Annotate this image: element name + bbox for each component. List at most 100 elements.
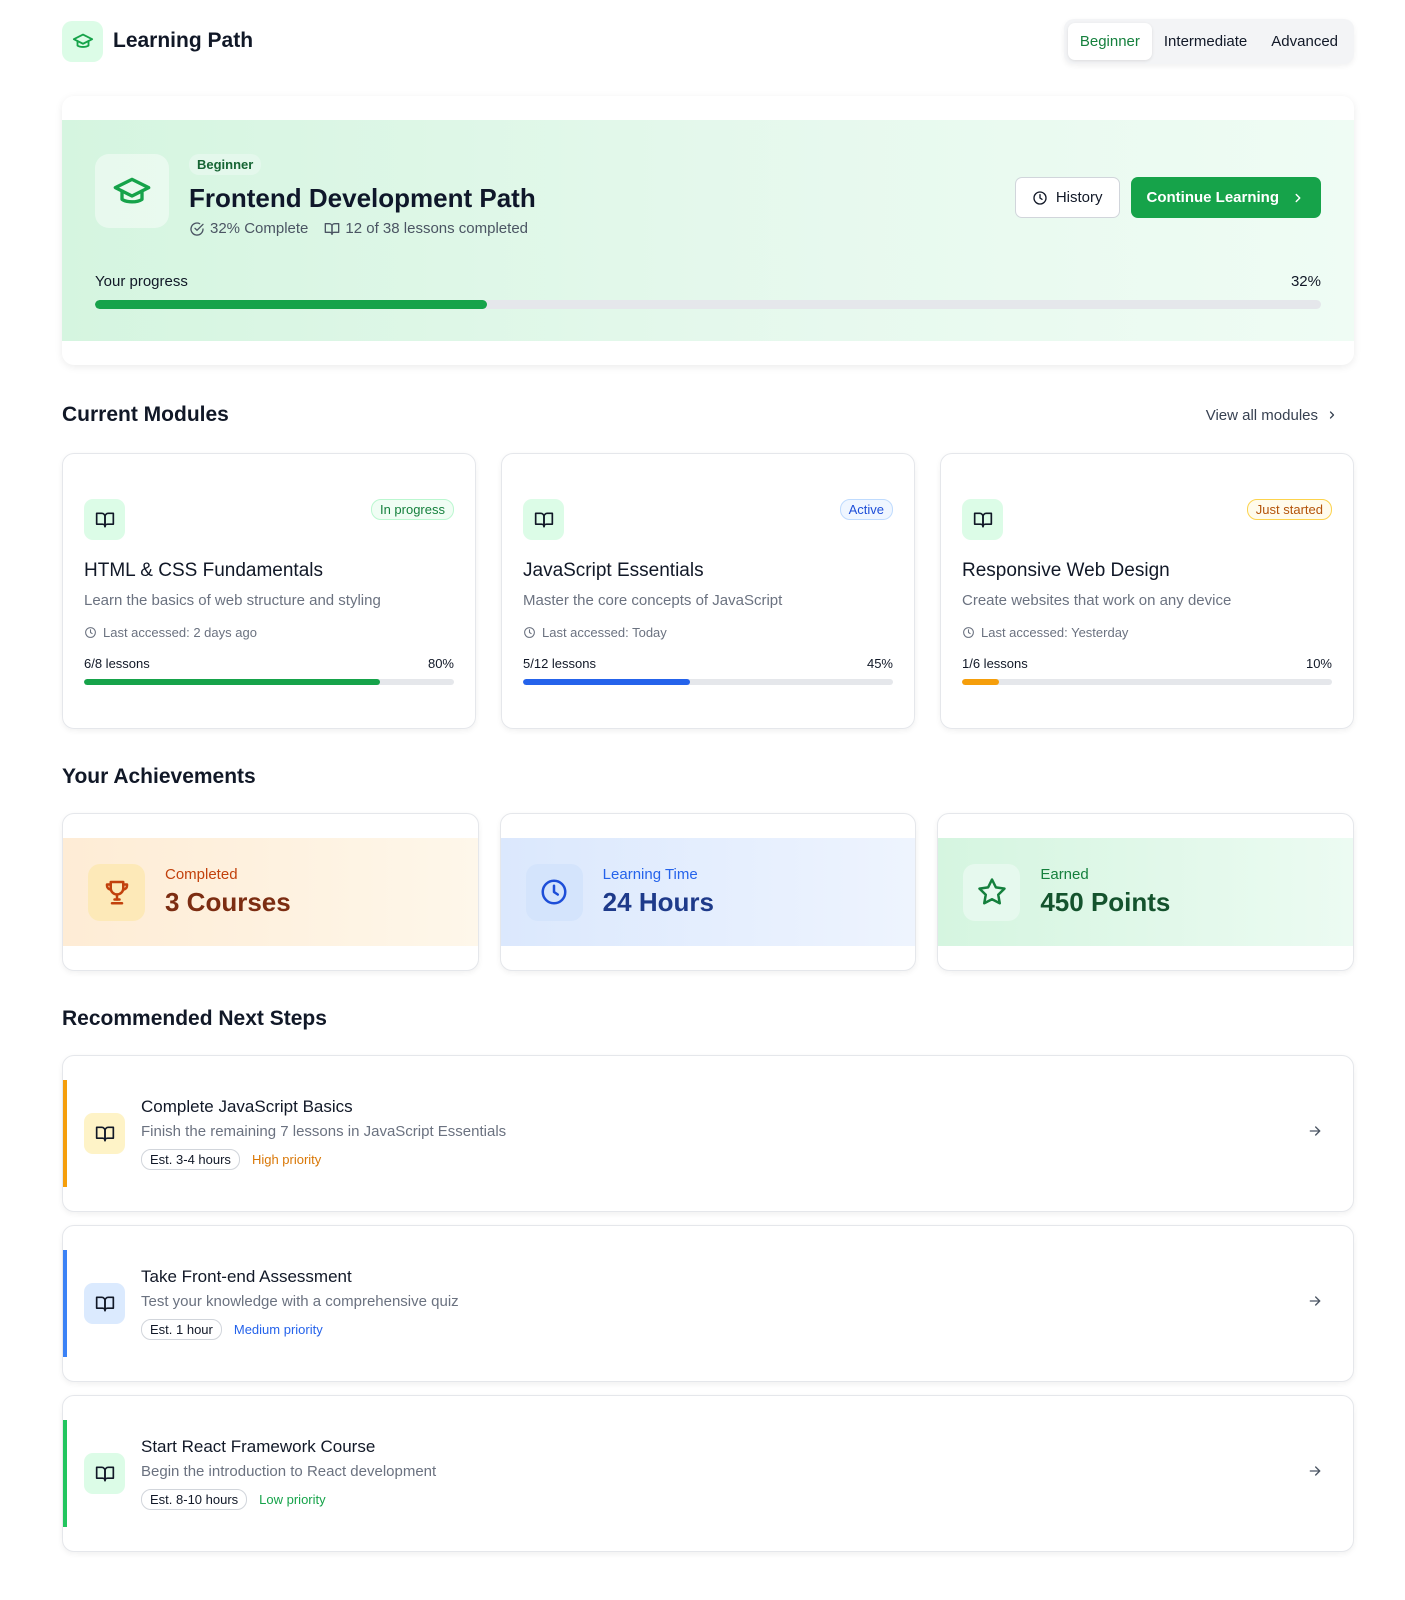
- time-estimate: Est. 8-10 hours: [141, 1489, 248, 1510]
- status-badge: Just started: [1246, 499, 1332, 520]
- priority-label: Low priority: [259, 1492, 326, 1507]
- module-percent: 10%: [1305, 656, 1332, 671]
- arrow-right-icon[interactable]: [1307, 1463, 1323, 1484]
- modules-title: Current Modules: [62, 403, 229, 426]
- clock-icon: [524, 627, 535, 638]
- module-title: Responsive Web Design: [962, 560, 1170, 581]
- arrow-right-icon[interactable]: [1307, 1123, 1323, 1144]
- module-progress-bar: [84, 679, 454, 685]
- achievement-label: Earned: [1040, 866, 1089, 883]
- recommendation-title: Take Front-end Assessment: [141, 1267, 352, 1286]
- time-estimate: Est. 3-4 hours: [141, 1149, 240, 1170]
- module-card[interactable]: Active JavaScript Essentials Master the …: [501, 453, 915, 729]
- modules-header: Current Modules View all modules: [62, 403, 1354, 427]
- book-icon: [84, 499, 125, 540]
- continue-learning-button[interactable]: Continue Learning: [1130, 177, 1321, 218]
- priority-indicator: [63, 1080, 67, 1187]
- arrow-right-icon[interactable]: [1307, 1293, 1323, 1314]
- lessons-stat: 12 of 38 lessons completed: [324, 220, 528, 237]
- top-bar: Learning Path Beginner Intermediate Adva…: [62, 0, 1354, 82]
- module-list: In progress HTML & CSS Fundamentals Lear…: [62, 453, 1354, 729]
- chevron-right-icon: [1329, 411, 1335, 419]
- module-progress-fill: [523, 679, 690, 685]
- recommendations-header: Recommended Next Steps: [62, 1007, 1354, 1031]
- recommendation-description: Finish the remaining 7 lessons in JavaSc…: [141, 1123, 507, 1140]
- overall-progress-bar: [95, 300, 1321, 309]
- module-description: Master the core concepts of JavaScript: [523, 592, 783, 609]
- achievement-card: Earned 450 Points: [937, 813, 1355, 971]
- recommendation-item[interactable]: Complete JavaScript Basics Finish the re…: [62, 1055, 1354, 1212]
- recommendations-title: Recommended Next Steps: [62, 1007, 327, 1030]
- achievement-value: 3 Courses: [165, 887, 291, 917]
- trophy-icon: [88, 863, 145, 921]
- last-accessed-text: Last accessed: Yesterday: [981, 625, 1129, 640]
- achievements-header: Your Achievements: [62, 765, 1354, 789]
- brand: Learning Path: [62, 20, 254, 62]
- module-card[interactable]: Just started Responsive Web Design Creat…: [940, 453, 1354, 729]
- graduation-cap-icon: [62, 20, 103, 62]
- view-all-modules-link[interactable]: View all modules: [1206, 407, 1338, 424]
- book-icon: [84, 1283, 125, 1324]
- clock-icon: [85, 627, 96, 638]
- level-tabs: Beginner Intermediate Advanced: [1063, 18, 1354, 64]
- recommendation-description: Test your knowledge with a comprehensive…: [141, 1293, 459, 1310]
- module-progress-fill: [962, 679, 999, 685]
- recommendation-title: Start React Framework Course: [141, 1437, 376, 1456]
- book-icon: [325, 222, 340, 235]
- history-label: History: [1055, 189, 1103, 206]
- path-summary-card: Beginner Frontend Development Path 32% C…: [62, 96, 1354, 365]
- lessons-count: 5/12 lessons: [523, 656, 596, 671]
- completion-stat: 32% Complete: [189, 220, 308, 237]
- overall-progress-fill: [95, 300, 488, 309]
- clock-icon: [525, 863, 583, 921]
- recommendation-item[interactable]: Take Front-end Assessment Test your know…: [62, 1225, 1354, 1382]
- book-icon: [962, 499, 1003, 540]
- chevron-right-icon: [1295, 193, 1301, 202]
- module-progress-bar: [523, 679, 893, 685]
- history-button[interactable]: History: [1014, 177, 1120, 218]
- last-accessed: Last accessed: Yesterday: [962, 625, 1332, 640]
- lessons-text: 12 of 38 lessons completed: [345, 220, 529, 237]
- level-badge: Beginner: [189, 154, 262, 175]
- last-accessed-text: Last accessed: 2 days ago: [103, 625, 257, 640]
- module-percent: 45%: [866, 656, 893, 671]
- recommendation-description: Begin the introduction to React developm…: [141, 1463, 437, 1480]
- achievement-label: Learning Time: [602, 866, 698, 883]
- module-title: HTML & CSS Fundamentals: [84, 560, 323, 581]
- lessons-count: 1/6 lessons: [962, 656, 1028, 671]
- module-card[interactable]: In progress HTML & CSS Fundamentals Lear…: [62, 453, 476, 729]
- achievement-list: Completed 3 Courses Learning Time 24 Hou…: [62, 813, 1355, 971]
- star-icon: [963, 863, 1021, 921]
- priority-indicator: [63, 1250, 67, 1357]
- book-icon: [84, 1113, 125, 1154]
- last-accessed: Last accessed: Today: [523, 625, 893, 640]
- tab-advanced[interactable]: Advanced: [1259, 23, 1350, 60]
- learning-path-page: Learning Path Beginner Intermediate Adva…: [0, 0, 1405, 1600]
- achievement-card: Learning Time 24 Hours: [499, 813, 917, 971]
- check-circle-icon: [190, 221, 204, 236]
- achievements-title: Your Achievements: [62, 765, 256, 788]
- completion-text: 32% Complete: [210, 220, 309, 237]
- achievement-value: 24 Hours: [602, 887, 714, 917]
- module-title: JavaScript Essentials: [523, 560, 704, 581]
- app-title: Learning Path: [113, 29, 254, 52]
- priority-label: Medium priority: [233, 1322, 323, 1337]
- status-badge: Active: [839, 499, 893, 520]
- tab-intermediate[interactable]: Intermediate: [1152, 23, 1259, 60]
- view-all-label: View all modules: [1205, 406, 1318, 424]
- module-description: Create websites that work on any device: [962, 592, 1232, 609]
- clock-icon: [963, 627, 974, 638]
- recommendation-item[interactable]: Start React Framework Course Begin the i…: [62, 1395, 1354, 1552]
- continue-label: Continue Learning: [1146, 189, 1280, 206]
- progress-percent: 32%: [1290, 273, 1321, 290]
- tab-beginner[interactable]: Beginner: [1067, 22, 1152, 60]
- time-estimate: Est. 1 hour: [141, 1319, 222, 1340]
- priority-indicator: [63, 1420, 67, 1527]
- graduation-cap-icon: [95, 154, 169, 228]
- last-accessed-text: Last accessed: Today: [542, 625, 667, 640]
- achievement-card: Completed 3 Courses: [62, 813, 479, 971]
- module-percent: 80%: [427, 656, 454, 671]
- module-description: Learn the basics of web structure and st…: [84, 592, 381, 609]
- module-progress-bar: [962, 679, 1332, 685]
- achievement-label: Completed: [165, 866, 238, 883]
